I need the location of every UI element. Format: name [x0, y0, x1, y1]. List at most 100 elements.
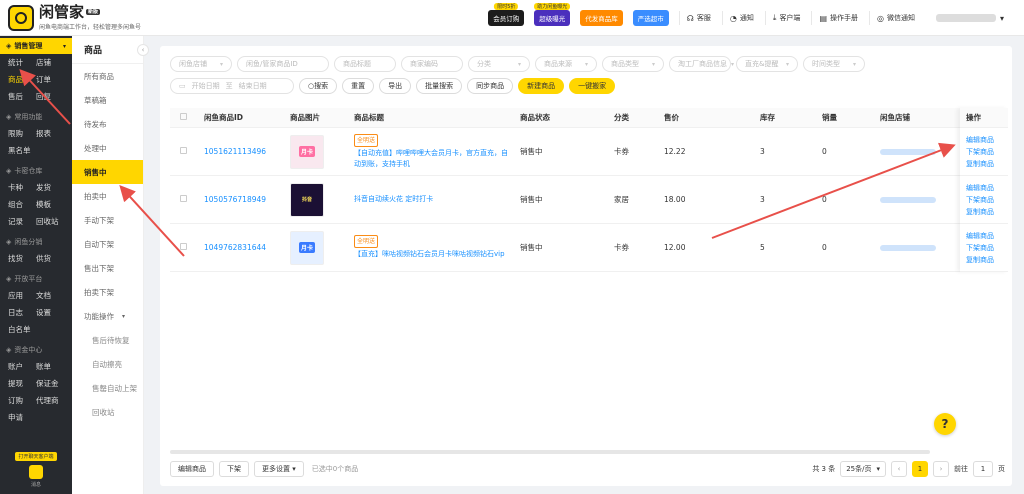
filter-field[interactable]: 直充&提醒 ▾ [736, 56, 798, 72]
nav-item[interactable]: 账单 [36, 358, 70, 375]
product-title-link[interactable]: 抖音自动续火花 定时打卡 [344, 194, 510, 205]
product-id-link[interactable]: 1051621113496 [194, 147, 280, 156]
top-link-4[interactable]: ◎ 微信通知 [869, 11, 922, 25]
nav-group-title[interactable]: ◈ 销售管理 ▾ [0, 38, 72, 54]
primary-action-button[interactable]: 新建商品 [518, 78, 565, 94]
nav-item[interactable]: 代理商 [36, 392, 70, 409]
promo-button-1[interactable]: 助力闲鱼曝光 超级曝光 [534, 3, 571, 26]
nav-item[interactable]: 日志 [8, 304, 36, 321]
promo-button-2[interactable]: 代发商品库 [580, 10, 623, 26]
collapse-sidebar-icon[interactable]: ‹ [137, 44, 149, 56]
page-number[interactable]: 1 [912, 461, 928, 477]
product-status-tab[interactable]: 售出下架 [72, 256, 143, 280]
product-id-link[interactable]: 1049762831644 [194, 243, 280, 252]
top-link-0[interactable]: ☊ 客服 [678, 11, 718, 25]
edit-product-link[interactable]: 编辑商品 [966, 182, 1008, 194]
prev-page-button[interactable]: ‹ [891, 461, 907, 477]
nav-item[interactable]: 报表 [36, 125, 70, 142]
filter-button[interactable]: 批量搜索 [416, 78, 463, 94]
filter-field[interactable]: 商品来源 ▾ [535, 56, 597, 72]
filter-button[interactable]: ○ 搜索 [299, 78, 338, 94]
filter-field[interactable]: 时间类型 ▾ [803, 56, 865, 72]
delist-product-link[interactable]: 下架商品 [966, 146, 1008, 158]
filter-field[interactable]: 商品标题 [334, 56, 396, 72]
function-sub-item[interactable]: 售后待恢复 [72, 328, 143, 352]
nav-item[interactable]: 找货 [8, 250, 36, 267]
nav-item[interactable]: 卡种 [8, 179, 36, 196]
filter-field[interactable]: 商家编码 [401, 56, 463, 72]
goto-page-input[interactable]: 1 [973, 461, 993, 477]
product-thumbnail[interactable]: 月卡 [290, 134, 324, 169]
function-sub-item[interactable]: 售罄自动上架 [72, 376, 143, 400]
nav-item[interactable]: 申请 [8, 409, 36, 426]
brand-logo[interactable]: 闲管家 新版 闲鱼电商端工作台，轻松管理多闲鱼号 [0, 4, 160, 31]
checkbox[interactable] [180, 113, 187, 120]
nav-item[interactable]: 限购 [8, 125, 36, 142]
function-group[interactable]: 功能操作 ▾ [72, 304, 143, 328]
filter-button[interactable]: 导出 [379, 78, 412, 94]
nav-item[interactable]: 记录 [8, 213, 36, 230]
bulk-edit-button[interactable]: 编辑商品 [170, 461, 214, 477]
horizontal-scrollbar[interactable] [170, 450, 930, 454]
product-status-tab[interactable]: 拍卖下架 [72, 280, 143, 304]
user-account-menu[interactable] [935, 14, 996, 22]
promo-button-3[interactable]: 严选超市 [632, 10, 669, 26]
row-select[interactable] [170, 243, 194, 252]
nav-item[interactable]: 黑名单 [8, 142, 36, 159]
nav-group-title[interactable]: ◈ 常用功能 [0, 109, 72, 125]
product-thumbnail[interactable]: 抖音 [290, 182, 324, 217]
help-button[interactable]: ? [934, 413, 956, 435]
nav-item[interactable]: 提现 [8, 375, 36, 392]
filter-button[interactable]: 同步商品 [467, 78, 514, 94]
filter-field[interactable]: 闲鱼店铺 ▾ [170, 56, 232, 72]
product-status-tab[interactable]: 待发布 [72, 112, 143, 136]
nav-item[interactable]: 订购 [8, 392, 36, 409]
copy-product-link[interactable]: 复制商品 [966, 158, 1008, 170]
product-title-link[interactable]: 全明送 【直充】咪咕视频钻石会员月卡咪咕视频钻石vip [344, 235, 510, 260]
nav-item[interactable]: 供货 [36, 250, 70, 267]
nav-item[interactable]: 组合 [8, 196, 36, 213]
function-sub-item[interactable]: 自动擦亮 [72, 352, 143, 376]
product-status-tab[interactable]: 所有商品 [72, 64, 143, 88]
filter-field[interactable]: 商品类型 ▾ [602, 56, 664, 72]
page-size-select[interactable]: 25条/页 ▾ [840, 461, 886, 477]
delist-product-link[interactable]: 下架商品 [966, 242, 1008, 254]
chat-client-entry[interactable]: 打开聊天客户端 消息 [0, 451, 72, 488]
nav-item[interactable]: 账户 [8, 358, 36, 375]
product-thumbnail[interactable]: 月卡 [290, 230, 324, 265]
product-status-tab[interactable]: 处理中 [72, 136, 143, 160]
filter-field[interactable]: 分类 ▾ [468, 56, 530, 72]
nav-item[interactable]: 回收站 [36, 213, 70, 230]
row-select[interactable] [170, 147, 194, 156]
product-status-tab[interactable]: 手动下架 [72, 208, 143, 232]
nav-item[interactable]: 保证金 [36, 375, 70, 392]
nav-item[interactable]: 统计 [8, 54, 36, 71]
product-status-tab[interactable]: 自动下架 [72, 232, 143, 256]
nav-item[interactable]: 售后 [8, 88, 36, 105]
filter-field[interactable]: 淘工厂商品信息 ▾ [669, 56, 734, 72]
date-range-picker[interactable]: ▭ 开始日期 至 结束日期 [170, 78, 294, 94]
edit-product-link[interactable]: 编辑商品 [966, 230, 1008, 242]
product-status-tab[interactable]: 草稿箱 [72, 88, 143, 112]
edit-product-link[interactable]: 编辑商品 [966, 134, 1008, 146]
product-status-tab[interactable]: 拍卖中 [72, 184, 143, 208]
nav-item[interactable]: 白名单 [8, 321, 36, 338]
nav-group-title[interactable]: ◈ 开放平台 [0, 271, 72, 287]
next-page-button[interactable]: › [933, 461, 949, 477]
nav-group-title[interactable]: ◈ 资金中心 [0, 342, 72, 358]
nav-group-title[interactable]: ◈ 闲鱼分销 [0, 234, 72, 250]
nav-group-title[interactable]: ◈ 卡密仓库 [0, 163, 72, 179]
nav-item[interactable]: 模板 [36, 196, 70, 213]
select-all[interactable] [170, 113, 194, 122]
primary-action-button[interactable]: 一键搬家 [569, 78, 616, 94]
promo-button-0[interactable]: 限时5折 会员订购 [488, 3, 525, 26]
nav-item[interactable]: 应用 [8, 287, 36, 304]
delist-product-link[interactable]: 下架商品 [966, 194, 1008, 206]
bulk-delist-button[interactable]: 下架 [219, 461, 249, 477]
top-link-1[interactable]: ◔ 通知 [721, 11, 761, 25]
row-select[interactable] [170, 195, 194, 204]
product-title-link[interactable]: 全明送 【自动充值】哔哩哔哩大会员月卡，官方直充，自动到账，支持手机 [344, 133, 510, 170]
nav-item[interactable]: 商品 [8, 71, 36, 88]
copy-product-link[interactable]: 复制商品 [966, 254, 1008, 266]
filter-button[interactable]: 重置 [342, 78, 375, 94]
